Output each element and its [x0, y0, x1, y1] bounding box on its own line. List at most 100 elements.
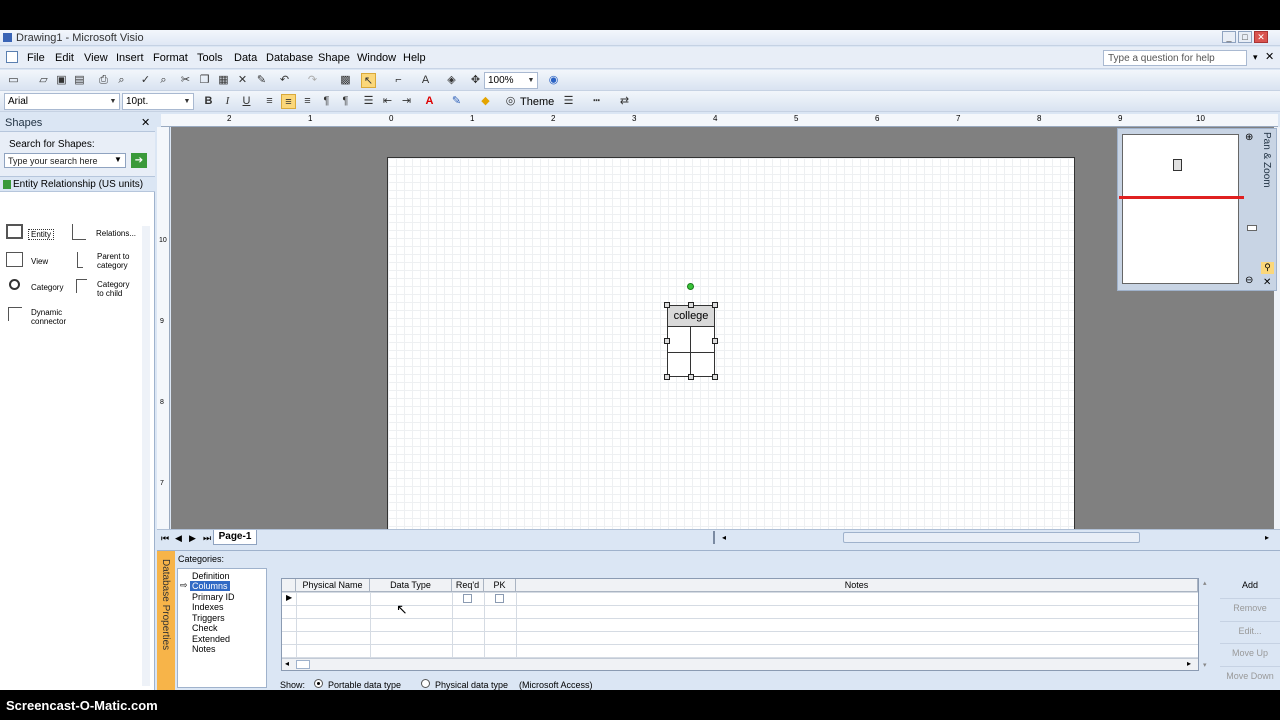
- bold-icon[interactable]: B: [201, 94, 216, 109]
- column-header[interactable]: Data Type: [370, 579, 452, 592]
- print-preview-icon[interactable]: ⌕: [114, 73, 129, 88]
- move-down-button[interactable]: Move Down: [1220, 666, 1280, 685]
- drawing-page[interactable]: [387, 157, 1075, 529]
- category-item[interactable]: Definition: [192, 571, 230, 581]
- category-item-selected[interactable]: Columns: [190, 581, 230, 591]
- rtl-icon[interactable]: ¶: [338, 94, 353, 109]
- research-icon[interactable]: ⌕: [156, 73, 171, 88]
- remove-button[interactable]: Remove: [1220, 598, 1280, 617]
- scroll-thumb[interactable]: [296, 660, 310, 669]
- close-icon[interactable]: ✕: [1263, 277, 1271, 288]
- fill-color-icon[interactable]: ◆: [478, 94, 493, 109]
- selection-handle[interactable]: [688, 374, 694, 380]
- column-header[interactable]: Req'd: [452, 579, 484, 592]
- print-icon[interactable]: ⎙: [96, 73, 111, 88]
- delete-icon[interactable]: ✕: [235, 73, 250, 88]
- shapes-window-icon[interactable]: ▩: [338, 73, 353, 88]
- permission-icon[interactable]: ▤: [72, 73, 87, 88]
- menu-format[interactable]: Format: [153, 52, 188, 64]
- chevron-down-icon[interactable]: ▼: [114, 155, 122, 164]
- help-search-input[interactable]: Type a question for help: [1103, 50, 1247, 66]
- align-left-icon[interactable]: ≡: [262, 94, 277, 109]
- category-item[interactable]: Notes: [192, 644, 216, 654]
- add-button[interactable]: Add: [1220, 576, 1280, 595]
- maximize-button[interactable]: □: [1238, 31, 1252, 43]
- format-painter-icon[interactable]: ✎: [254, 73, 269, 88]
- theme-label[interactable]: Theme: [520, 96, 554, 108]
- scroll-right-icon[interactable]: ▸: [1265, 533, 1269, 542]
- column-header[interactable]: Notes: [516, 579, 1198, 592]
- radio-portable[interactable]: [314, 679, 323, 688]
- stencil-relationship[interactable]: Relations...: [72, 224, 152, 244]
- rotation-handle[interactable]: [687, 283, 694, 290]
- selection-handle[interactable]: [664, 338, 670, 344]
- columns-grid[interactable]: Physical Name Data Type Req'd PK Notes ▶…: [281, 578, 1199, 671]
- last-page-icon[interactable]: ⏭: [203, 533, 211, 544]
- menu-window[interactable]: Window: [357, 52, 396, 64]
- stencil-category-child[interactable]: Category to child: [72, 278, 152, 300]
- align-center-icon[interactable]: ≡: [281, 94, 296, 109]
- grid-hscroll[interactable]: ◂ ▸: [282, 658, 1198, 670]
- entity-shape-college[interactable]: college: [664, 283, 718, 380]
- stencil-category[interactable]: Category: [6, 278, 66, 298]
- close-icon[interactable]: ✕: [141, 116, 150, 129]
- connector-tool-icon[interactable]: ⌐: [391, 73, 406, 88]
- horizontal-scroll-thumb[interactable]: [843, 532, 1140, 543]
- open-icon[interactable]: ▱: [36, 73, 51, 88]
- new-icon[interactable]: ▭: [6, 73, 21, 88]
- decrease-indent-icon[interactable]: ⇤: [380, 94, 395, 109]
- bullets-icon[interactable]: ☰: [361, 94, 376, 109]
- zoom-in-icon[interactable]: ⊕: [1245, 132, 1253, 143]
- category-item[interactable]: Indexes: [192, 602, 224, 612]
- pan-icon[interactable]: ✥: [468, 73, 483, 88]
- physical-data-type-label[interactable]: Physical data type: [435, 680, 508, 690]
- stencil-dynamic-connector[interactable]: Dynamic connector: [6, 306, 86, 328]
- prev-page-icon[interactable]: ◀: [175, 533, 182, 544]
- paste-icon[interactable]: ▦: [216, 73, 231, 88]
- stencil-parent-category[interactable]: Parent to category: [72, 250, 152, 272]
- pointer-tool-icon[interactable]: ↖: [361, 73, 376, 88]
- stencil-entity[interactable]: Entity: [6, 224, 56, 244]
- page-tab-page-1[interactable]: Page-1: [213, 530, 257, 545]
- first-page-icon[interactable]: ⏮: [161, 533, 169, 544]
- menu-database[interactable]: Database: [266, 52, 313, 64]
- drawing-canvas[interactable]: college: [171, 127, 1274, 529]
- document-icon[interactable]: [6, 51, 18, 63]
- column-header[interactable]: Physical Name: [296, 579, 370, 592]
- tab-split-handle[interactable]: [713, 531, 717, 544]
- menu-data[interactable]: Data: [234, 52, 257, 64]
- line-color-icon[interactable]: ✎: [449, 94, 464, 109]
- radio-physical[interactable]: [421, 679, 430, 688]
- move-up-button[interactable]: Move Up: [1220, 643, 1280, 662]
- menu-insert[interactable]: Insert: [116, 52, 144, 64]
- help-dropdown-icon[interactable]: ▾: [1253, 52, 1258, 63]
- category-item[interactable]: Primary ID: [192, 592, 235, 602]
- menu-help[interactable]: Help: [403, 52, 426, 64]
- zoom-combo[interactable]: 100% ▼: [484, 72, 538, 89]
- selection-handle[interactable]: [664, 302, 670, 308]
- close-document-icon[interactable]: ✕: [1265, 50, 1274, 63]
- save-icon[interactable]: ▣: [54, 73, 69, 88]
- selection-handle[interactable]: [712, 338, 718, 344]
- scroll-left-icon[interactable]: ◂: [285, 659, 289, 668]
- align-right-icon[interactable]: ≡: [300, 94, 315, 109]
- line-ends-icon[interactable]: ⇄: [617, 94, 632, 109]
- menu-tools[interactable]: Tools: [197, 52, 223, 64]
- scroll-left-icon[interactable]: ◂: [722, 533, 726, 542]
- menu-view[interactable]: View: [84, 52, 108, 64]
- text-direction-icon[interactable]: ¶: [319, 94, 334, 109]
- search-go-icon[interactable]: ➔: [131, 153, 147, 168]
- font-combo[interactable]: Arial ▼: [4, 93, 120, 110]
- next-page-icon[interactable]: ▶: [189, 533, 196, 544]
- stencil-view[interactable]: View: [6, 252, 66, 272]
- italic-icon[interactable]: I: [220, 94, 235, 109]
- pin-icon[interactable]: ⚲: [1261, 262, 1274, 274]
- reqd-checkbox[interactable]: [463, 594, 472, 603]
- menu-file[interactable]: File: [27, 52, 45, 64]
- menu-edit[interactable]: Edit: [55, 52, 74, 64]
- copy-icon[interactable]: ❐: [197, 73, 212, 88]
- scroll-right-icon[interactable]: ▸: [1187, 659, 1191, 668]
- undo-icon[interactable]: ↶: [277, 73, 292, 88]
- shapes-scrollbar[interactable]: [142, 226, 150, 686]
- category-item[interactable]: Extended: [192, 634, 230, 644]
